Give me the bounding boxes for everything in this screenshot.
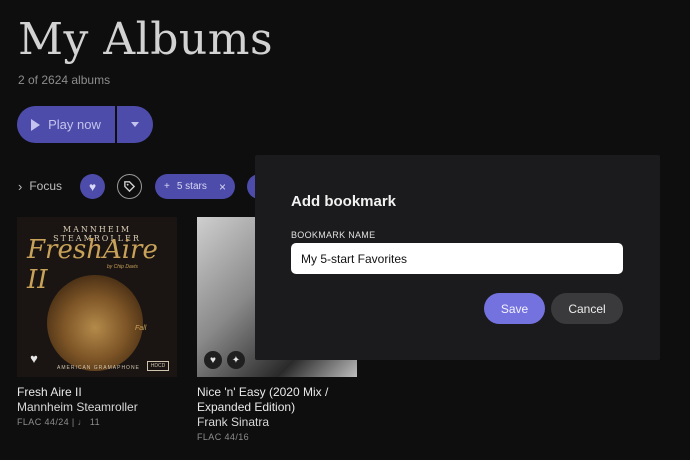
tag-icon bbox=[124, 181, 136, 193]
plus-icon: + bbox=[164, 181, 170, 192]
focus-label: Focus bbox=[29, 179, 63, 193]
focus-chip-5-stars[interactable]: + 5 stars × bbox=[155, 174, 235, 199]
focus-chip-tags[interactable] bbox=[117, 174, 142, 199]
bookmark-name-label: BOOKMARK NAME bbox=[291, 230, 376, 240]
cover-label: AMERICAN GRAMAPHONE bbox=[57, 365, 140, 371]
heart-icon[interactable]: ♥ bbox=[25, 349, 43, 367]
focus-chip-favorites[interactable]: ♥ bbox=[80, 174, 105, 199]
album-artist[interactable]: Mannheim Steamroller bbox=[17, 400, 177, 415]
chevron-down-icon bbox=[131, 122, 139, 127]
dialog-title: Add bookmark bbox=[291, 193, 397, 210]
cover-badge: HDCD bbox=[147, 361, 169, 371]
play-now-label: Play now bbox=[48, 117, 101, 132]
play-now-button[interactable]: Play now bbox=[17, 106, 115, 143]
heart-icon: ♥ bbox=[88, 179, 97, 194]
play-options-dropdown[interactable] bbox=[117, 106, 153, 143]
album-artist[interactable]: Frank Sinatra bbox=[197, 415, 357, 430]
album-count: 2 of 2624 albums bbox=[18, 73, 111, 87]
cover-byline: by Chip Davis bbox=[107, 264, 138, 270]
cover-season: Fall bbox=[135, 325, 147, 332]
album-format: FLAC 44/16 bbox=[197, 432, 250, 442]
play-icon bbox=[31, 118, 41, 131]
page-title: My Albums bbox=[18, 14, 274, 65]
cancel-button[interactable]: Cancel bbox=[551, 293, 623, 324]
remove-chip-icon[interactable]: × bbox=[219, 180, 226, 194]
focus-toggle[interactable]: › Focus bbox=[18, 173, 62, 199]
chevron-right-icon: › bbox=[18, 178, 23, 194]
bookmark-name-input[interactable] bbox=[291, 243, 623, 274]
album-title[interactable]: Fresh Aire II bbox=[17, 385, 177, 400]
tidal-icon: ✦ bbox=[227, 351, 245, 369]
heart-icon[interactable]: ♥ bbox=[204, 351, 222, 369]
add-bookmark-dialog: Add bookmark BOOKMARK NAME Save Cancel bbox=[255, 155, 660, 360]
album-cover[interactable]: MANNHEIM STEAMROLLER FreshAire II by Chi… bbox=[17, 217, 177, 377]
save-button[interactable]: Save bbox=[484, 293, 545, 324]
play-button-group: Play now bbox=[17, 106, 153, 143]
album-title[interactable]: Nice 'n' Easy (2020 Mix / Expanded Editi… bbox=[197, 385, 357, 415]
cover-artwork bbox=[47, 275, 143, 371]
album-card[interactable]: MANNHEIM STEAMROLLER FreshAire II by Chi… bbox=[17, 217, 177, 427]
focus-chip-label: 5 stars bbox=[176, 181, 207, 192]
album-format: FLAC 44/24 | ♩ 11 bbox=[17, 417, 101, 427]
